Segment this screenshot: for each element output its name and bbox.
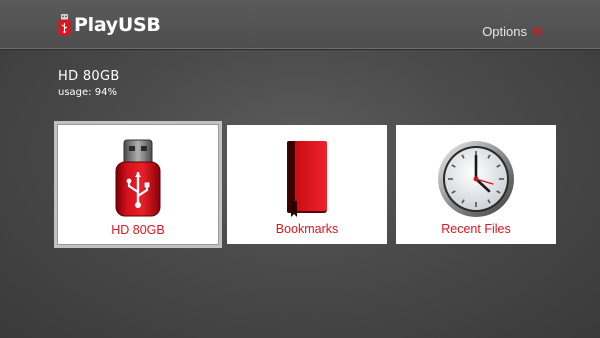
tile-label: Bookmarks bbox=[275, 222, 339, 236]
tile-label: Recent Files bbox=[441, 222, 511, 236]
app-logo: PlayUSB bbox=[58, 14, 161, 36]
clock-icon bbox=[438, 141, 514, 217]
options-button[interactable]: Options bbox=[482, 24, 542, 39]
app-title: PlayUSB bbox=[74, 14, 161, 36]
tile-hd-80gb[interactable]: HD 80GB bbox=[54, 121, 222, 248]
top-bar: PlayUSB Options bbox=[0, 0, 600, 49]
options-label: Options bbox=[482, 24, 527, 39]
device-name: HD 80GB bbox=[58, 69, 120, 84]
options-gear-icon bbox=[533, 27, 542, 36]
tile-label: HD 80GB bbox=[111, 223, 165, 237]
tile-recent-files[interactable]: Recent Files bbox=[396, 125, 556, 244]
usb-drive-icon bbox=[115, 139, 161, 217]
book-icon bbox=[287, 141, 327, 217]
usb-logo-icon bbox=[58, 14, 71, 36]
device-usage: usage: 94% bbox=[58, 87, 117, 98]
tile-bookmarks[interactable]: Bookmarks bbox=[227, 125, 387, 244]
